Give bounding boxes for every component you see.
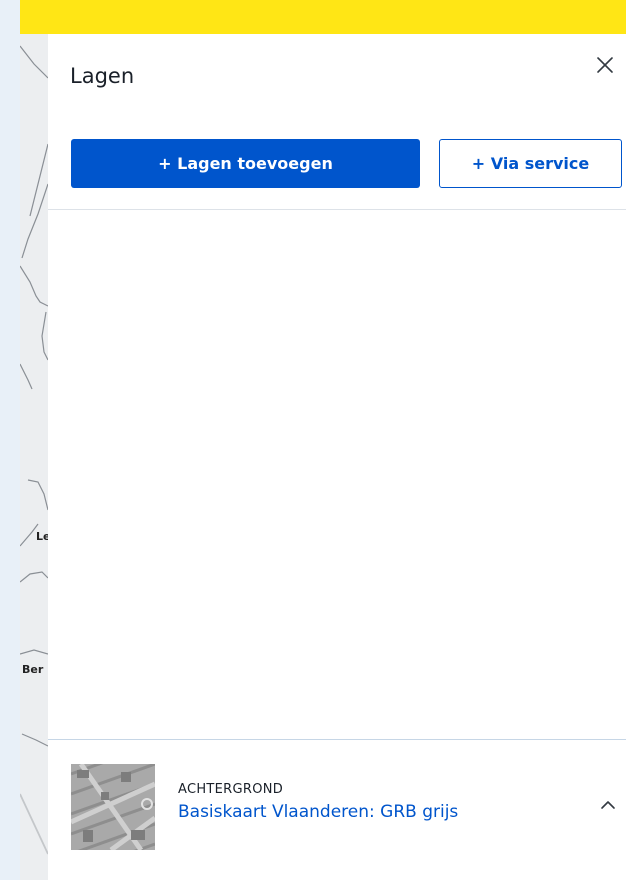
map-thumbnail-image — [71, 764, 155, 850]
app-left-strip — [0, 0, 20, 880]
add-layers-button[interactable]: + Lagen toevoegen — [71, 139, 420, 188]
chevron-up-icon — [601, 801, 615, 809]
panel-bottom — [48, 859, 626, 880]
layers-panel: Lagen + Lagen toevoegen + Via service AC… — [48, 34, 626, 880]
map-label-le: Le — [36, 530, 48, 543]
panel-header: Lagen — [48, 34, 626, 120]
panel-title: Lagen — [70, 64, 135, 88]
background-layer-thumbnail — [71, 764, 155, 850]
via-service-button[interactable]: + Via service — [439, 139, 622, 188]
background-layer-toggle[interactable] — [597, 794, 619, 816]
background-layer-kicker: ACHTERGROND — [178, 782, 284, 797]
top-accent-bar — [20, 0, 626, 34]
background-layer-item[interactable]: ACHTERGROND Basiskaart Vlaanderen: GRB g… — [48, 739, 626, 859]
map-roads — [20, 45, 48, 855]
close-button[interactable] — [594, 54, 616, 76]
map-canvas[interactable]: Le Ber — [20, 34, 48, 880]
layer-actions: + Lagen toevoegen + Via service — [48, 120, 626, 210]
map-label-ber: Ber — [22, 663, 44, 676]
close-icon — [597, 57, 613, 73]
layer-list — [48, 210, 626, 739]
background-layer-name[interactable]: Basiskaart Vlaanderen: GRB grijs — [178, 802, 458, 822]
